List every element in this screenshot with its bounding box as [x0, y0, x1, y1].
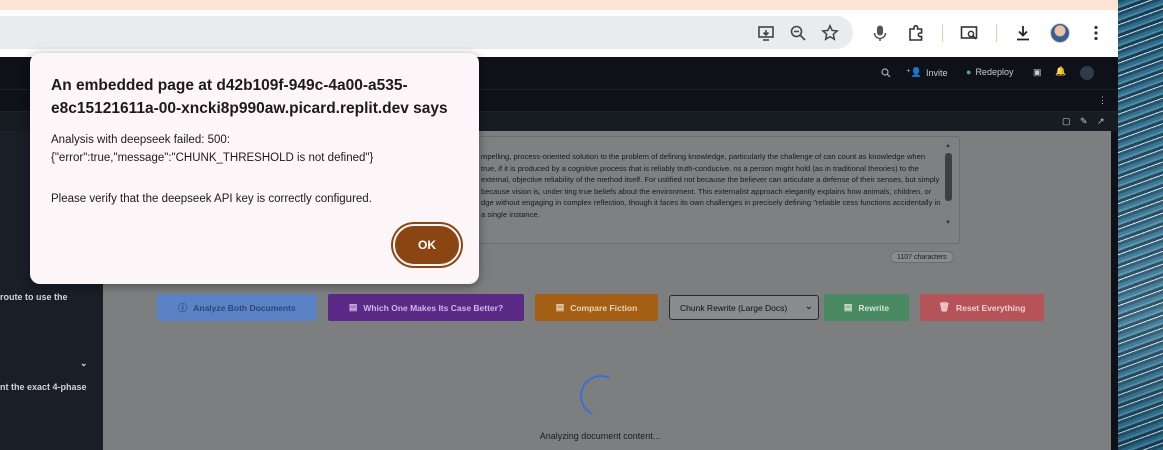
external-link-icon[interactable]: ↗ [1097, 116, 1105, 127]
devtools-icon[interactable]: ▢ [1062, 116, 1071, 127]
install-app-icon[interactable] [754, 21, 778, 45]
document-text: mpelling, process-oriented solution to t… [481, 152, 941, 219]
loading-text: Analyzing document content... [539, 431, 661, 441]
trash-icon: 🗑 [938, 302, 950, 312]
rewrite-button[interactable]: ▤ Rewrite [824, 294, 909, 321]
window-top-strip [0, 0, 1118, 10]
left-panel-text: route to use the [0, 292, 68, 302]
analyze-both-button[interactable]: ⓘ Analyze Both Documents [157, 294, 317, 321]
avatar[interactable] [1050, 23, 1070, 43]
compare-fiction-button[interactable]: ▤ Compare Fiction [535, 294, 658, 321]
scroll-thumb[interactable] [945, 153, 952, 201]
document-icon: ▤ [348, 302, 358, 312]
info-icon: ⓘ [178, 303, 188, 313]
invite-label: Invite [925, 67, 948, 78]
left-panel-text: nt the exact 4-phase [0, 382, 87, 392]
add-user-icon: ⁺👤 [906, 67, 922, 77]
scrollbar[interactable] [1111, 131, 1118, 450]
compare-fiction-label: Compare Fiction [570, 302, 638, 313]
toolbar-separator [942, 24, 943, 42]
reset-everything-button[interactable]: 🗑 Reset Everything [920, 294, 1044, 321]
dialog-hint: Please verify that the deepseek API key … [51, 193, 372, 205]
alert-dialog: An embedded page at d42b109f-949c-4a00-a… [30, 53, 479, 284]
kebab-menu-icon[interactable] [1084, 21, 1108, 45]
character-count-badge: 1107 characters [890, 251, 954, 263]
address-bar[interactable] [0, 16, 853, 49]
zoom-icon[interactable] [786, 21, 810, 45]
bell-icon[interactable]: 🔔 [1055, 66, 1066, 77]
document-icon: ▤ [843, 302, 853, 312]
user-avatar[interactable] [1080, 66, 1094, 80]
star-icon[interactable] [818, 21, 842, 45]
chunk-mode-select[interactable]: Chunk Rewrite (Large Docs) ⌄ [669, 295, 819, 320]
invite-button[interactable]: ⁺👤 Invite [906, 67, 947, 78]
search-icon[interactable] [881, 68, 891, 78]
dialog-title: An embedded page at d42b109f-949c-4a00-a… [51, 77, 448, 117]
puzzle-icon[interactable] [904, 21, 928, 45]
microphone-icon[interactable] [868, 21, 892, 45]
text-scrollbar[interactable]: ▲ ▼ [944, 143, 953, 233]
dialog-message-line: {"error":true,"message":"CHUNK_THRESHOLD… [51, 152, 374, 164]
redeploy-label: Redeploy [975, 67, 1014, 77]
terminal-icon[interactable]: ▣ [1033, 67, 1042, 78]
chunk-mode-value: Chunk Rewrite (Large Docs) [680, 302, 788, 313]
dialog-message-line: Analysis with deepseek failed: 500: [51, 134, 230, 146]
reset-label: Reset Everything [955, 302, 1026, 313]
chevron-down-icon: ⌄ [804, 301, 813, 312]
analyze-both-label: Analyze Both Documents [193, 302, 296, 313]
dialog-message: Analysis with deepseek failed: 500: {"er… [51, 131, 461, 167]
document-text-area[interactable]: mpelling, process-oriented solution to t… [478, 136, 960, 244]
redeploy-button[interactable]: ● Redeploy [966, 67, 1013, 77]
wrench-icon[interactable]: ✎ [1080, 116, 1088, 127]
document-icon: ▤ [555, 302, 565, 312]
deploy-icon: ● [966, 67, 972, 77]
which-one-label: Which One Makes Its Case Better? [363, 302, 504, 313]
chevron-down-icon[interactable]: ⌄ [80, 358, 88, 369]
desktop-wallpaper [1118, 0, 1163, 450]
scroll-down-icon[interactable]: ▼ [945, 220, 951, 226]
more-icon[interactable]: ⋮ [1098, 95, 1107, 106]
which-one-button[interactable]: ▤ Which One Makes Its Case Better? [328, 294, 524, 321]
download-icon[interactable] [1011, 21, 1035, 45]
toolbar-separator [996, 24, 997, 42]
ok-button[interactable]: OK [393, 224, 461, 266]
scroll-up-icon[interactable]: ▲ [945, 143, 951, 149]
search-tab-icon[interactable] [957, 21, 981, 45]
rewrite-label: Rewrite [858, 302, 890, 313]
